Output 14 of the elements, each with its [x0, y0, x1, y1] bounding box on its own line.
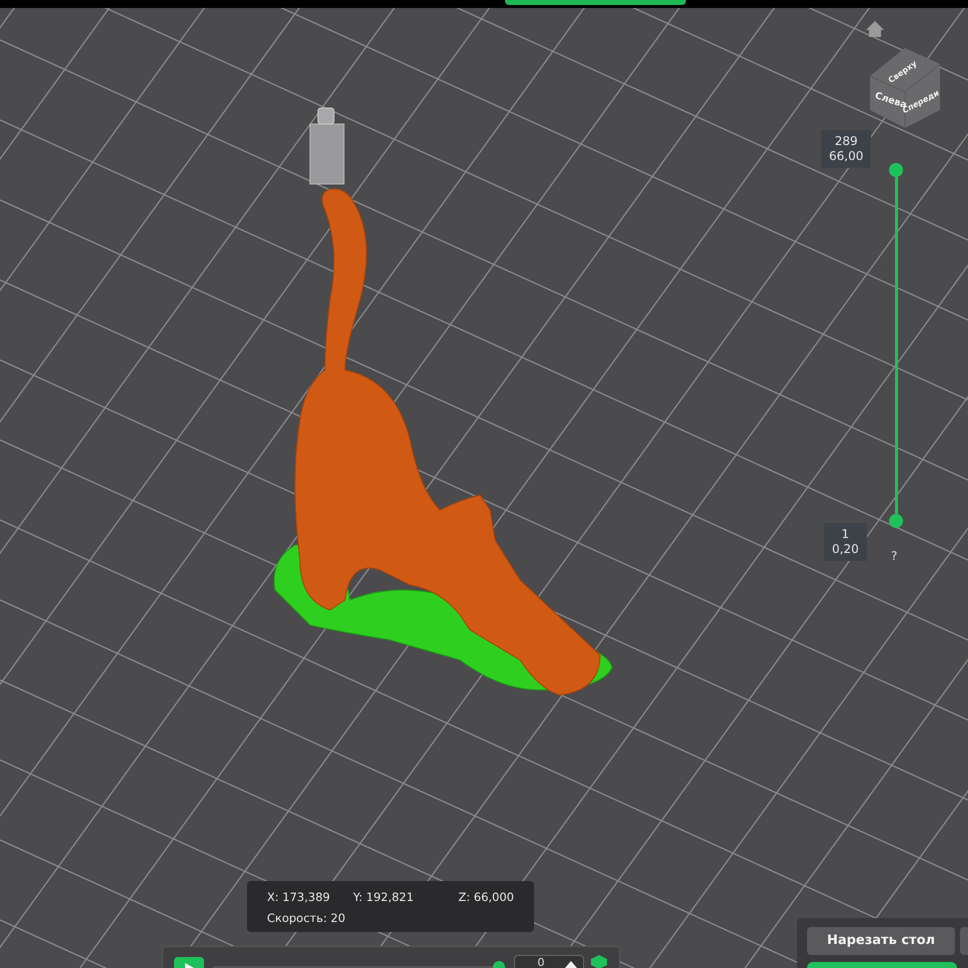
help-text[interactable]: ? — [891, 547, 898, 565]
speed-text: Скорость: 20 — [267, 910, 346, 928]
layers-icon[interactable] — [591, 955, 607, 968]
slider-thumb[interactable] — [889, 163, 903, 177]
coordinate-text: Y: 192,821 — [353, 889, 415, 906]
coordinate-text: X: 173,389 — [267, 889, 331, 906]
layer-label: 289 66,00 — [821, 130, 872, 168]
slice-button[interactable]: Нарезать стол — [807, 927, 955, 955]
home-icon[interactable] — [866, 21, 884, 37]
slider-thumb[interactable] — [889, 514, 903, 528]
coordinate-text: Z: 66,000 — [458, 889, 514, 906]
layer-label: 1 0,20 — [824, 523, 867, 561]
up-arrow-icon[interactable] — [565, 960, 577, 968]
move-number-field[interactable]: 0 — [514, 955, 584, 968]
